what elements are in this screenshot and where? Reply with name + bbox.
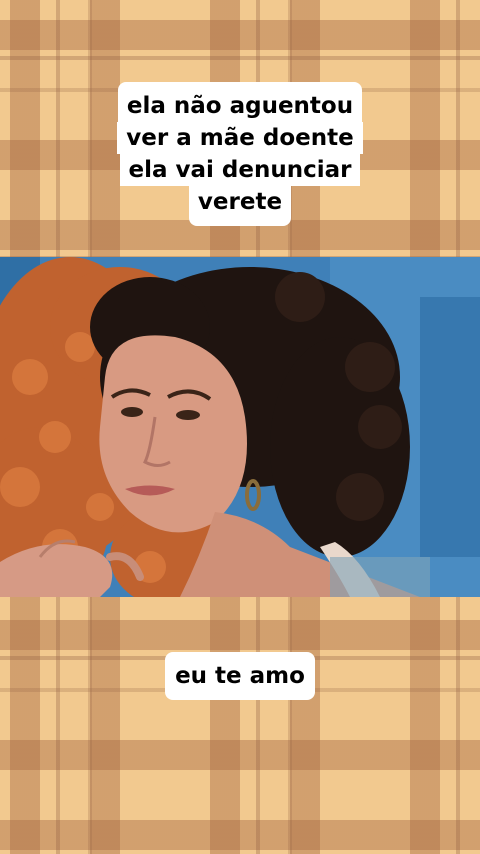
top-caption: ela não aguentou ver a mãe doente ela va… <box>0 82 480 226</box>
top-caption-line: verete <box>188 186 292 226</box>
top-caption-line: ela não aguentou <box>117 82 363 122</box>
video-still <box>0 257 480 597</box>
top-caption-line: ver a mãe doente <box>117 122 363 154</box>
scene-illustration <box>0 257 480 597</box>
bottom-caption: eu te amo <box>0 652 480 700</box>
top-caption-line: ela vai denunciar <box>119 154 361 186</box>
bottom-caption-text: eu te amo <box>165 652 315 700</box>
video-post: ela não aguentou ver a mãe doente ela va… <box>0 0 480 854</box>
